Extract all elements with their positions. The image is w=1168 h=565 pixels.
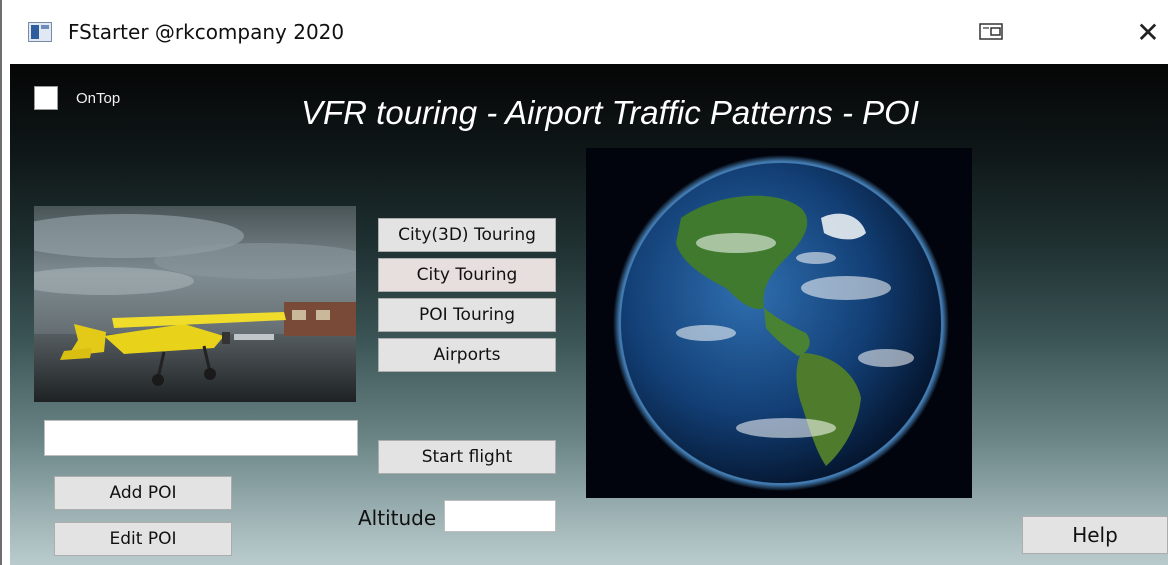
airports-button[interactable]: Airports <box>378 338 556 372</box>
client-area: OnTop VFR touring - Airport Traffic Patt… <box>10 64 1168 565</box>
title-bar[interactable]: FStarter @rkcompany 2020 ✕ <box>2 0 1168 64</box>
close-button[interactable]: ✕ <box>1124 12 1168 52</box>
earth-image <box>586 148 972 498</box>
start-flight-button[interactable]: Start flight <box>378 440 556 474</box>
window-title: FStarter @rkcompany 2020 <box>68 20 345 44</box>
app-icon <box>28 22 52 42</box>
city-touring-button[interactable]: City Touring <box>378 258 556 292</box>
city3d-touring-button[interactable]: City(3D) Touring <box>378 218 556 252</box>
add-poi-button[interactable]: Add POI <box>54 476 232 510</box>
close-icon: ✕ <box>1136 15 1160 49</box>
restore-icon <box>979 23 1003 40</box>
poi-name-input[interactable] <box>44 420 358 456</box>
restore-button[interactable] <box>968 12 1016 52</box>
airplane-photo <box>34 206 356 402</box>
altitude-label: Altitude <box>358 506 437 530</box>
help-button[interactable]: Help <box>1022 516 1168 554</box>
app-window: FStarter @rkcompany 2020 ✕ OnTop VFR tou… <box>0 0 1168 565</box>
altitude-input[interactable] <box>444 500 556 532</box>
page-title: VFR touring - Airport Traffic Patterns -… <box>301 94 919 131</box>
edit-poi-button[interactable]: Edit POI <box>54 522 232 556</box>
poi-touring-button[interactable]: POI Touring <box>378 298 556 332</box>
